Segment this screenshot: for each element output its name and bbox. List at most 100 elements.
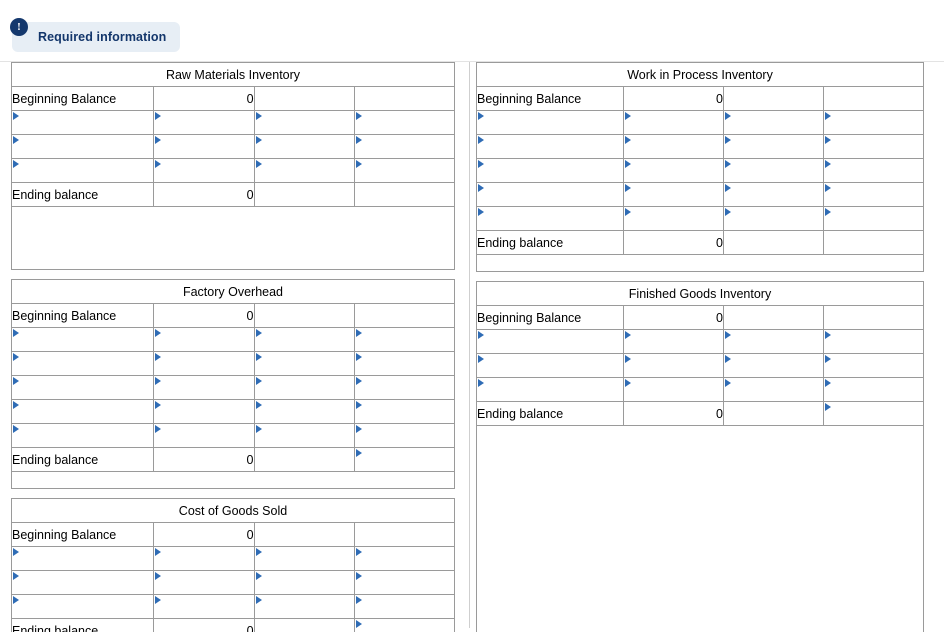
entry-credit-input[interactable]	[723, 134, 824, 159]
entry-extra-input[interactable]	[353, 546, 456, 571]
entry-extra-input[interactable]	[822, 158, 925, 183]
entry-extra-input[interactable]	[822, 206, 925, 231]
table-row-filler	[475, 425, 925, 632]
entry-debit-input[interactable]	[623, 206, 724, 231]
entry-debit-input[interactable]	[623, 158, 724, 183]
entry-debit-input[interactable]	[623, 134, 724, 159]
entry-description-input[interactable]	[10, 110, 155, 135]
ending-balance-extra-input[interactable]	[822, 401, 925, 426]
entry-debit-input[interactable]	[623, 353, 724, 378]
entry-extra-input[interactable]	[822, 353, 925, 378]
entry-extra-input[interactable]	[353, 327, 456, 352]
ending-balance-extra-input[interactable]	[353, 618, 456, 632]
entry-credit-input[interactable]	[253, 158, 355, 183]
entry-credit-input[interactable]	[253, 351, 355, 376]
entry-credit-input[interactable]	[253, 375, 355, 400]
entry-credit-input[interactable]	[253, 399, 355, 424]
entry-credit-input[interactable]	[253, 546, 355, 571]
entry-debit-input[interactable]	[153, 351, 255, 376]
entry-description-input[interactable]	[10, 594, 155, 619]
entry-extra-input[interactable]	[822, 182, 925, 207]
table-spacer	[11, 270, 455, 279]
table-spacer	[11, 489, 455, 498]
table-row-ending-balance: Ending balance 0	[10, 618, 456, 632]
entry-extra-input[interactable]	[353, 423, 456, 448]
entry-description-input[interactable]	[476, 329, 624, 354]
table-row-entry	[476, 134, 925, 159]
entry-description-input[interactable]	[10, 423, 155, 448]
entry-description-input[interactable]	[476, 353, 624, 378]
entry-extra-input[interactable]	[822, 329, 925, 354]
cell-empty	[723, 230, 824, 255]
entry-debit-input[interactable]	[153, 134, 255, 159]
entry-debit-input[interactable]	[153, 423, 255, 448]
entry-extra-input[interactable]	[353, 375, 456, 400]
entry-description-input[interactable]	[10, 134, 155, 159]
entry-extra-input[interactable]	[353, 594, 456, 619]
entry-extra-input[interactable]	[353, 399, 456, 424]
entry-credit-input[interactable]	[253, 110, 355, 135]
entry-description-input[interactable]	[476, 377, 624, 402]
cell-empty	[822, 305, 925, 330]
ending-balance-value: 0	[153, 447, 255, 472]
entry-description-input[interactable]	[476, 158, 624, 183]
entry-debit-input[interactable]	[623, 182, 724, 207]
entry-credit-input[interactable]	[253, 570, 355, 595]
cell-empty	[822, 86, 925, 111]
entry-credit-input[interactable]	[723, 206, 824, 231]
entry-description-input[interactable]	[476, 206, 624, 231]
table-row-entry	[10, 158, 456, 183]
table-row-filler	[475, 254, 925, 272]
entry-credit-input[interactable]	[253, 327, 355, 352]
entry-extra-input[interactable]	[353, 351, 456, 376]
entry-credit-input[interactable]	[723, 182, 824, 207]
entry-credit-input[interactable]	[253, 423, 355, 448]
entry-extra-input[interactable]	[353, 110, 456, 135]
entry-credit-input[interactable]	[253, 594, 355, 619]
entry-debit-input[interactable]	[153, 546, 255, 571]
entry-extra-input[interactable]	[822, 134, 925, 159]
entry-description-input[interactable]	[10, 399, 155, 424]
entry-extra-input[interactable]	[353, 570, 456, 595]
entry-debit-input[interactable]	[623, 377, 724, 402]
entry-debit-input[interactable]	[623, 329, 724, 354]
table-row-entry	[10, 423, 456, 448]
entry-description-input[interactable]	[10, 546, 155, 571]
entry-extra-input[interactable]	[822, 377, 925, 402]
entry-extra-input[interactable]	[822, 110, 925, 135]
ending-balance-label: Ending balance	[10, 182, 155, 207]
entry-description-input[interactable]	[476, 182, 624, 207]
entry-extra-input[interactable]	[353, 134, 456, 159]
entry-credit-input[interactable]	[723, 377, 824, 402]
entry-description-input[interactable]	[10, 351, 155, 376]
entry-description-input[interactable]	[10, 327, 155, 352]
ending-balance-label: Ending balance	[476, 401, 624, 426]
beginning-balance-label: Beginning Balance	[10, 522, 155, 547]
entry-debit-input[interactable]	[153, 570, 255, 595]
entry-description-input[interactable]	[476, 110, 624, 135]
entry-credit-input[interactable]	[723, 353, 824, 378]
ending-balance-label: Ending balance	[476, 230, 624, 255]
table-row-entry	[10, 570, 456, 595]
entry-debit-input[interactable]	[623, 110, 724, 135]
cell-empty	[475, 254, 925, 272]
entry-credit-input[interactable]	[723, 158, 824, 183]
entry-credit-input[interactable]	[723, 110, 824, 135]
table-header-row: Raw Materials Inventory	[11, 62, 455, 87]
entry-credit-input[interactable]	[253, 134, 355, 159]
entry-debit-input[interactable]	[153, 375, 255, 400]
cell-empty	[253, 618, 355, 632]
entry-credit-input[interactable]	[723, 329, 824, 354]
entry-description-input[interactable]	[10, 570, 155, 595]
ending-balance-extra-input[interactable]	[353, 447, 456, 472]
entry-description-input[interactable]	[476, 134, 624, 159]
entry-description-input[interactable]	[10, 375, 155, 400]
entry-description-input[interactable]	[10, 158, 155, 183]
entry-debit-input[interactable]	[153, 158, 255, 183]
entry-extra-input[interactable]	[353, 158, 456, 183]
table-row-entry	[10, 110, 456, 135]
entry-debit-input[interactable]	[153, 594, 255, 619]
entry-debit-input[interactable]	[153, 327, 255, 352]
entry-debit-input[interactable]	[153, 399, 255, 424]
entry-debit-input[interactable]	[153, 110, 255, 135]
